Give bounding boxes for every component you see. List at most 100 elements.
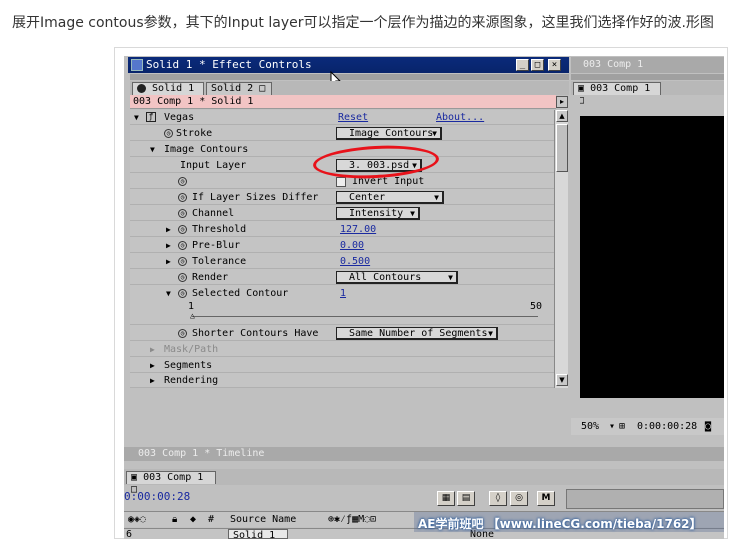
channel-value: Intensity [349, 208, 404, 219]
minimize-icon[interactable]: _ [516, 59, 529, 71]
source-name-column[interactable]: Source Name [230, 512, 296, 528]
timeline-current-time[interactable]: 0:00:00:28 [124, 490, 190, 503]
close-icon[interactable]: × [548, 59, 561, 71]
expand-right-icon[interactable]: ▶ [166, 222, 171, 237]
modes-button[interactable]: M [537, 491, 555, 506]
image-contours-label: Image Contours [164, 144, 249, 155]
effect-row-vegas[interactable]: ▼ ƒ Vegas Reset About... [130, 110, 554, 125]
tab-solid-2[interactable]: Solid 2 □ [206, 82, 272, 95]
effect-row-rendering[interactable]: ▶ Rendering [130, 373, 554, 388]
channel-dropdown[interactable]: Intensity ▼ [336, 207, 420, 220]
effect-row-shorter-contours: ◷ Shorter Contours Have Same Number of S… [130, 326, 554, 341]
stopwatch-icon[interactable]: ◷ [178, 257, 187, 266]
panel-menu-icon[interactable]: ▸ [556, 96, 568, 108]
stopwatch-icon[interactable]: ◷ [178, 209, 187, 218]
effect-row-threshold: ▶ ◷ Threshold 127.00 [130, 222, 554, 237]
stopwatch-icon[interactable]: ◷ [178, 241, 187, 250]
window-system-icon[interactable] [131, 59, 143, 71]
slider-max-label: 50 [530, 301, 543, 312]
scroll-thumb[interactable] [556, 124, 568, 172]
expand-down-icon[interactable]: ▼ [134, 110, 139, 125]
zoom-level[interactable]: 50% [581, 418, 599, 435]
safe-zones-icon[interactable]: ⊞ [619, 418, 625, 435]
tab-label: Solid 1 [152, 83, 195, 94]
if-layer-sizes-label: If Layer Sizes Differ [192, 192, 319, 203]
comp-titlebar-separator [571, 74, 724, 80]
comp-flowchart-icon[interactable]: ▦ [437, 491, 455, 506]
effect-controls-title: Solid 1 * Effect Controls [146, 58, 312, 71]
scroll-up-icon[interactable]: ▲ [556, 110, 568, 122]
effect-controls-scrollbar[interactable]: ▲ ▼ [554, 110, 568, 388]
timeline-titlebar[interactable]: 003 Comp 1 * Timeline [124, 447, 724, 461]
selected-contour-value[interactable]: 1 [340, 286, 346, 301]
number-column: # [208, 514, 215, 525]
chevron-down-icon: ▼ [488, 329, 493, 338]
invert-input-checkbox[interactable] [336, 177, 346, 187]
expand-down-icon[interactable]: ▼ [166, 286, 171, 301]
reset-link[interactable]: Reset [338, 110, 368, 125]
pre-blur-label: Pre-Blur [192, 240, 241, 251]
motion-blur-icon[interactable]: ◎ [510, 491, 528, 506]
stroke-value: Image Contours [349, 128, 434, 139]
stopwatch-icon[interactable]: ◷ [178, 273, 187, 282]
fx-toggle-icon[interactable]: ƒ [146, 112, 156, 122]
stopwatch-icon[interactable]: ◷ [178, 329, 187, 338]
expand-down-icon[interactable]: ▼ [150, 142, 155, 157]
input-layer-label: Input Layer [180, 160, 247, 171]
pre-blur-value[interactable]: 0.00 [340, 238, 364, 253]
slider-thumb[interactable]: △ [190, 312, 195, 320]
chevron-down-icon[interactable]: ▾ [609, 418, 615, 435]
comp-timecode[interactable]: 0:00:00:28 [637, 418, 697, 435]
if-layer-sizes-dropdown[interactable]: Center ▼ [336, 191, 444, 204]
timeline-ruler[interactable] [566, 489, 724, 509]
render-dropdown[interactable]: All Contours ▼ [336, 271, 458, 284]
maximize-icon[interactable]: □ [531, 59, 544, 71]
effect-tabs: Solid 1 □ Solid 2 □ [130, 81, 569, 106]
tolerance-value[interactable]: 0.500 [340, 254, 370, 269]
tab-timeline-comp[interactable]: ▣ 003 Comp 1 □ [126, 471, 216, 495]
comp-icon: ▣ [578, 83, 585, 94]
stopwatch-icon[interactable]: ◷ [178, 225, 187, 234]
stopwatch-icon[interactable]: ◷ [178, 177, 187, 186]
layer-name[interactable]: Solid 1 [228, 529, 288, 539]
stopwatch-icon[interactable]: ◷ [178, 193, 187, 202]
expand-right-icon[interactable]: ▶ [150, 358, 155, 373]
expand-right-icon[interactable]: ▶ [166, 254, 171, 269]
comp-viewer[interactable] [580, 116, 724, 398]
comp-ruler [571, 96, 580, 416]
effect-row-tolerance: ▶ ◷ Tolerance 0.500 [130, 254, 554, 269]
scroll-down-icon[interactable]: ▼ [556, 374, 568, 386]
shorter-contours-label: Shorter Contours Have [192, 328, 319, 339]
tab-label: Solid 2 [211, 83, 254, 94]
threshold-label: Threshold [192, 224, 247, 235]
render-queue-icon[interactable]: ▤ [457, 491, 475, 506]
effect-row-segments[interactable]: ▶ Segments [130, 358, 554, 373]
threshold-value[interactable]: 127.00 [340, 222, 376, 237]
effect-row-if-layer-sizes: ◷ If Layer Sizes Differ Center ▼ [130, 190, 554, 205]
layer-number: 6 [126, 529, 133, 539]
slider-track[interactable] [192, 316, 538, 317]
effect-row-mask-path[interactable]: ▶ Mask/Path [130, 342, 554, 357]
watermark-text: AE学前班吧 【www.lineCG.com/tieba/1762】 [418, 517, 702, 531]
chevron-down-icon: ▼ [410, 209, 415, 218]
chevron-down-icon: ▼ [432, 129, 437, 138]
shorter-contours-dropdown[interactable]: Same Number of Segments ▼ [336, 327, 498, 340]
stopwatch-icon[interactable]: ◷ [178, 289, 187, 298]
expand-right-icon[interactable]: ▶ [150, 373, 155, 388]
expand-right-icon[interactable]: ▶ [150, 342, 155, 357]
tab-comp[interactable]: ▣ 003 Comp 1 □ [573, 82, 661, 106]
selected-contour-slider-row: 1 50 △ [130, 301, 554, 325]
draft-3d-icon[interactable]: ◊ [489, 491, 507, 506]
stroke-dropdown[interactable]: Image Contours ▼ [336, 127, 442, 140]
titlebar-separator [130, 74, 569, 80]
camera-icon[interactable]: ◙ [705, 418, 711, 435]
expand-right-icon[interactable]: ▶ [166, 238, 171, 253]
av-switches-icon: ◉◈◌ [128, 514, 147, 525]
stroke-label: Stroke [176, 128, 213, 139]
about-link[interactable]: About... [436, 110, 484, 125]
comp-window-titlebar[interactable]: 003 Comp 1 [571, 57, 724, 73]
label-icon: ◆ [190, 514, 197, 525]
tab-solid-1[interactable]: Solid 1 □ [132, 82, 204, 106]
effect-controls-titlebar[interactable]: Solid 1 * Effect Controls _ □ × [128, 57, 569, 73]
stopwatch-icon[interactable]: ◷ [164, 129, 173, 138]
